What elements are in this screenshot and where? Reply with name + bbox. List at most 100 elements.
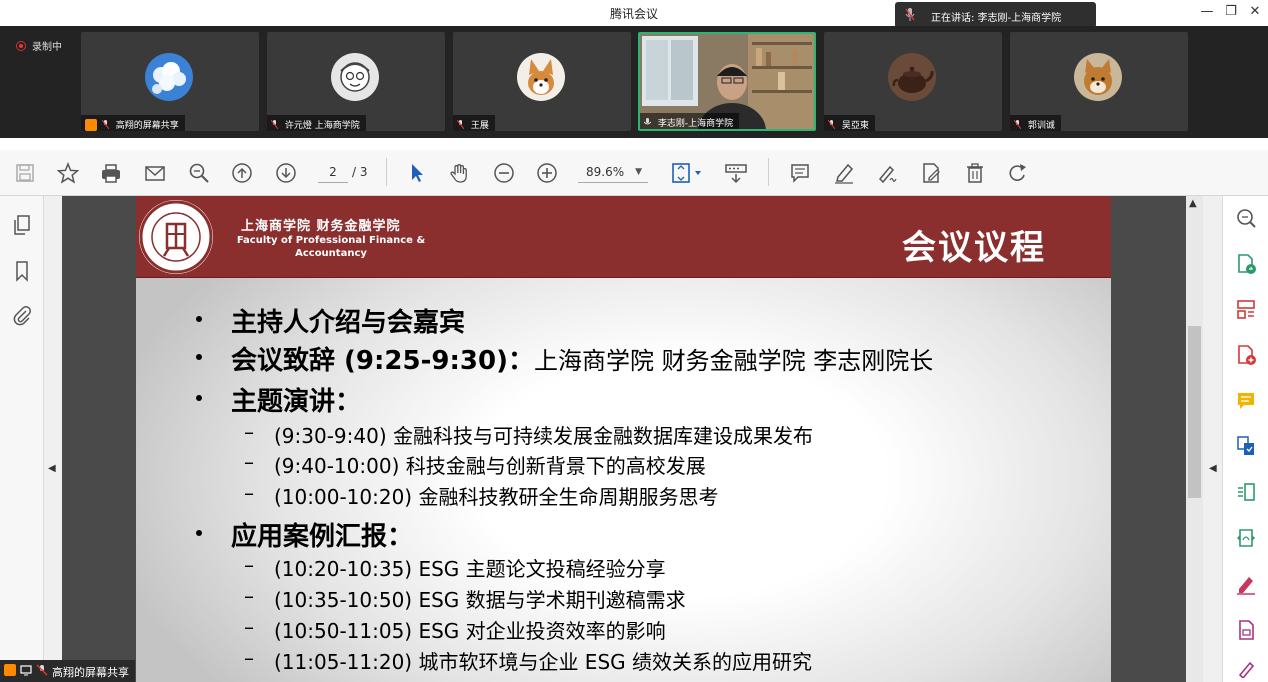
close-button[interactable]: ✕ — [1246, 4, 1264, 19]
restore-button[interactable]: ❐ — [1222, 4, 1240, 19]
zoom-out-icon[interactable] — [491, 160, 517, 186]
highlight-pen-icon[interactable] — [831, 160, 857, 186]
share-label: 高翔的屏幕共享 — [52, 666, 129, 679]
zoom-in-icon[interactable] — [534, 160, 560, 186]
participant-tile[interactable]: 高翔的屏幕共享 — [81, 32, 259, 131]
screen-share-indicator[interactable]: 高翔的屏幕共享 — [0, 660, 135, 682]
avatar — [1074, 53, 1122, 101]
participant-name: 王展 — [470, 121, 489, 131]
dash-bullet: – — [244, 450, 254, 474]
previous-page-icon[interactable] — [229, 160, 255, 186]
speaking-indicator: 正在讲话: 李志刚-上海商学院 — [895, 2, 1096, 28]
agenda-subtext: (10:50-11:05) ESG 对企业投资效率的影响 — [274, 619, 666, 643]
bullet — [196, 530, 202, 536]
read-mode-icon[interactable] — [723, 160, 749, 186]
page-number-input[interactable]: 2 — [318, 163, 348, 183]
agenda-text: 会议致辞 (9:25-9:30)：上海商学院 财务金融学院 李志刚院长 — [231, 340, 933, 377]
minimize-button[interactable]: — — [1198, 4, 1216, 19]
microphone-muted-icon — [1014, 120, 1021, 129]
agenda-text: 应用案例汇报： — [231, 522, 414, 552]
agenda-detail: 上海商学院 财务金融学院 李志刚院长 — [533, 347, 934, 375]
toolbar-divider — [386, 158, 387, 186]
zoom-select[interactable]: 89.6% ▼ — [578, 163, 648, 183]
comment-icon[interactable] — [787, 160, 813, 186]
participant-tile[interactable]: 王展 — [453, 32, 631, 131]
speaking-text: 正在讲话: 李志刚-上海商学院 — [931, 13, 1062, 24]
participant-name-bar: 王展 — [453, 115, 495, 131]
screen-share-icon — [20, 665, 32, 676]
person-icon — [4, 664, 16, 676]
avatar — [517, 53, 565, 101]
delete-icon[interactable] — [962, 160, 988, 186]
attachments-icon[interactable] — [9, 302, 35, 328]
agenda-subtext: (10:20-10:35) ESG 主题论文投稿经验分享 — [274, 557, 666, 581]
toolbar-divider — [768, 158, 769, 186]
agenda-text: 主持人介绍与会嘉宾 — [231, 308, 466, 338]
recording-indicator[interactable]: 录制中 — [16, 38, 62, 53]
zoom-value: 89.6% — [586, 165, 625, 179]
fit-page-icon[interactable] — [668, 160, 706, 186]
dash-bullet: – — [244, 584, 254, 608]
bullet — [196, 316, 202, 322]
dash-bullet: – — [244, 553, 254, 577]
select-cursor-icon[interactable] — [404, 160, 430, 186]
zoom-search-icon[interactable] — [186, 160, 212, 186]
fill-sign-icon[interactable] — [1234, 572, 1258, 596]
collapse-left-icon[interactable]: ◀ — [48, 463, 56, 474]
participant-tile[interactable]: 郭训诚 — [1010, 32, 1188, 131]
agenda-heading: 会议致辞 (9:25-9:30)： — [231, 346, 534, 376]
right-collapse-bar[interactable] — [1203, 196, 1222, 682]
page-thumbnails-icon[interactable] — [9, 212, 35, 238]
participant-name-bar: 郭训诚 — [1010, 115, 1061, 131]
slide-page: 上海商学院 财务金融学院 Faculty of Professional Fin… — [136, 196, 1111, 682]
convert-pdf-icon[interactable] — [1234, 526, 1258, 550]
scroll-up-icon[interactable]: ▲ — [1189, 198, 1197, 209]
participant-name: 李志刚-上海商学院 — [657, 119, 734, 129]
participant-tile[interactable]: 许元燈 上海商学院 — [267, 32, 445, 131]
send-for-review-icon[interactable] — [1234, 618, 1258, 642]
dash-bullet: – — [244, 615, 254, 639]
participant-tile-active[interactable]: 李志刚-上海商学院 — [638, 32, 816, 131]
combine-files-icon[interactable] — [1234, 434, 1258, 458]
avatar — [888, 53, 936, 101]
agenda-subtext: (11:05-11:20) 城市软环境与企业 ESG 绩效关系的应用研究 — [274, 650, 812, 674]
next-page-icon[interactable] — [273, 160, 299, 186]
collapse-right-icon[interactable]: ◀ — [1209, 463, 1217, 474]
save-icon[interactable] — [12, 160, 38, 186]
export-pdf-icon[interactable] — [1234, 252, 1258, 276]
rotate-icon[interactable] — [1005, 160, 1031, 186]
microphone-muted-icon — [36, 664, 48, 676]
create-pdf-icon[interactable] — [1234, 343, 1258, 367]
compress-pdf-icon[interactable] — [1234, 480, 1258, 504]
page-total: / 3 — [352, 165, 368, 179]
scrollbar-thumb[interactable] — [1188, 326, 1201, 498]
agenda-subtext: (10:00-10:20) 金融科技教研全生命周期服务思考 — [274, 485, 719, 509]
search-icon[interactable] — [1234, 206, 1258, 230]
dash-bullet: – — [244, 646, 254, 670]
pen-tool-icon[interactable] — [1234, 658, 1258, 678]
microphone-muted-icon — [271, 120, 278, 129]
print-icon[interactable] — [98, 160, 124, 186]
hand-tool-icon[interactable] — [447, 160, 473, 186]
recording-label: 录制中 — [32, 42, 62, 53]
left-collapse-bar[interactable] — [44, 196, 62, 682]
microphone-icon — [644, 118, 651, 125]
bookmarks-icon[interactable] — [9, 258, 35, 284]
pdf-toolbar: 2 / 3 89.6% ▼ — [0, 150, 1268, 196]
slide-title: 会议议程 — [902, 228, 1046, 268]
microphone-muted-icon — [101, 120, 109, 129]
participant-tile[interactable]: 吴亞東 — [824, 32, 1002, 131]
right-tools-panel — [1222, 196, 1268, 682]
bookmark-star-icon[interactable] — [55, 160, 81, 186]
dash-bullet: – — [244, 481, 254, 505]
vertical-scrollbar[interactable]: ▲ — [1186, 196, 1203, 682]
sign-icon[interactable] — [874, 160, 900, 186]
bullet — [196, 354, 202, 360]
university-seal-logo — [139, 200, 213, 274]
edit-document-icon[interactable] — [918, 160, 944, 186]
comment-tool-icon[interactable] — [1234, 389, 1258, 413]
agenda-subtext: (10:35-10:50) ESG 数据与学术期刊邀稿需求 — [274, 588, 686, 612]
microphone-muted-icon — [828, 120, 835, 129]
email-icon[interactable] — [142, 160, 168, 186]
organize-pages-icon[interactable] — [1234, 297, 1258, 321]
